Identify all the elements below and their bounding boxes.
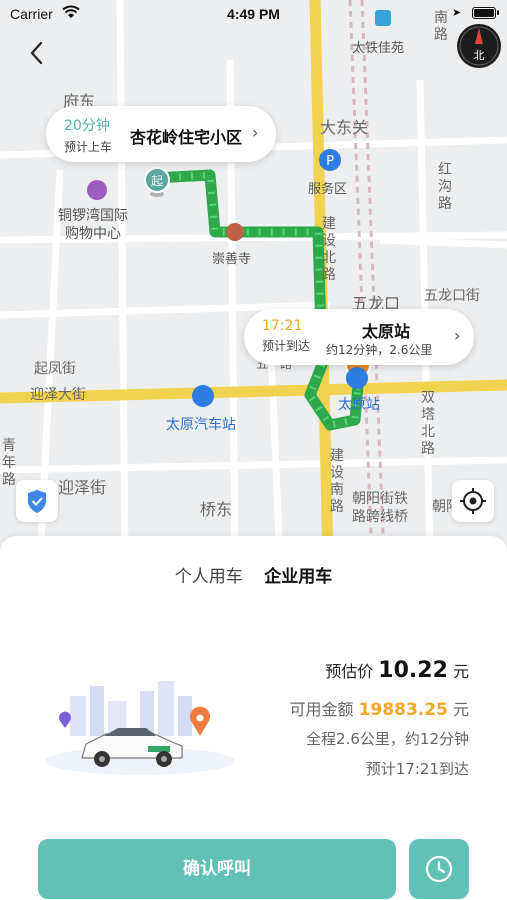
compass-button[interactable]: 北 — [457, 24, 501, 68]
clock-time: 4:49 PM — [227, 6, 280, 22]
compass-north-label: 北 — [473, 49, 485, 62]
dest-place: 太原站 — [362, 322, 411, 341]
map-label-jianshe-beilu: 建设北路 — [322, 216, 336, 283]
tab-enterprise[interactable]: 企业用车 — [264, 562, 332, 587]
confirm-call-button[interactable]: 确认呼叫 — [38, 839, 396, 899]
map-view[interactable]: 起 终 P 府东 大东关 太铁佳苑 南路 服务区 红沟路 铜锣湾国际 购物中心 … — [0, 0, 507, 560]
pickup-place: 杏花岭住宅小区 — [130, 128, 243, 147]
chevron-right-icon: › — [252, 123, 259, 142]
arrival-estimate: 预计17:21到达 — [366, 758, 469, 779]
ride-type-tabs: 个人用车 企业用车 — [0, 562, 507, 587]
pickup-minutes: 20分钟 — [64, 118, 110, 134]
map-label-chongshansi: 崇善寺 — [212, 252, 252, 267]
bus-poi-icon — [192, 385, 214, 407]
map-label-yingzejie: 迎泽街 — [58, 478, 107, 497]
schedule-ride-button[interactable] — [409, 839, 469, 899]
car-illustration — [45, 681, 235, 775]
pickup-bubble[interactable]: 20分钟 预计上车 杏花岭住宅小区 › — [46, 106, 276, 162]
mall-poi-icon — [87, 180, 107, 200]
dest-subtitle: 预计到达 — [262, 339, 311, 353]
map-label-qiaodong: 桥东 — [200, 500, 233, 519]
map-label-honggoulu: 红沟路 — [438, 162, 452, 212]
train-poi-icon — [346, 367, 368, 389]
map-label-shuangta-beilu: 双塔北路 — [421, 390, 435, 457]
dest-time: 17:21 — [262, 318, 303, 334]
map-label-jianshe-nanlu: 建设南路 — [330, 448, 344, 515]
booking-sheet: 个人用车 企业用车 预估价 10.22 元 可用金额 19883.25 元 全程… — [0, 536, 507, 900]
dest-detail: 约12分钟，2.6公里 — [326, 343, 433, 357]
map-label-chaoyangjie-bridge: 朝阳街铁 路跨线桥 — [352, 491, 408, 525]
arrival-estimate-text: 预计17:21到达 — [365, 760, 469, 778]
available-balance: 可用金额 19883.25 元 — [290, 696, 469, 720]
chevron-right-icon: › — [454, 326, 461, 345]
map-label-tongluowan: 铜锣湾国际 购物中心 — [58, 208, 128, 242]
estimated-fare: 预估价 10.22 元 — [325, 658, 469, 683]
map-label-qifengjie: 起凤街 — [34, 361, 76, 377]
route-summary-text: 全程2.6公里，约12分钟 — [306, 730, 469, 748]
start-marker-text: 起 — [151, 174, 163, 188]
chevron-left-icon — [30, 41, 43, 65]
map-label-dadongguan: 大东关 — [320, 118, 369, 137]
map-label-yingze-dajie: 迎泽大街 — [30, 387, 86, 403]
map-label-taitie-jiayuan: 太铁佳苑 — [352, 41, 405, 56]
location-arrow-icon: ➤ — [452, 7, 462, 19]
pickup-subtitle: 预计上车 — [64, 140, 113, 154]
back-button[interactable] — [22, 38, 52, 68]
available-label: 可用金额 — [289, 700, 354, 719]
available-unit: 元 — [452, 700, 469, 719]
battery-icon — [472, 7, 496, 19]
available-value: 19883.25 — [358, 700, 448, 720]
temple-poi-icon — [226, 223, 244, 241]
svg-text:P: P — [326, 154, 334, 169]
tab-personal[interactable]: 个人用车 — [175, 562, 243, 587]
crosshair-icon — [460, 488, 486, 514]
clock-icon — [425, 855, 453, 883]
route-summary: 全程2.6公里，约12分钟 — [306, 728, 469, 749]
map-label-fuwuqu: 服务区 — [308, 182, 348, 197]
estimate-label: 预估价 — [325, 662, 374, 681]
locate-me-button[interactable] — [452, 480, 494, 522]
map-label-bus-station: 太原汽车站 — [166, 417, 236, 433]
map-label-taiyuan-station: 太原站 — [338, 397, 380, 413]
shield-icon — [28, 490, 46, 513]
battery-tip — [497, 10, 499, 15]
map-label-wulongkou-street: 五龙口街 — [424, 288, 480, 304]
estimate-unit: 元 — [452, 662, 469, 681]
destination-bubble[interactable]: 17:21 预计到达 太原站 约12分钟，2.6公里 › — [244, 309, 474, 365]
estimate-value: 10.22 — [378, 658, 448, 683]
safety-shield-button[interactable] — [16, 480, 58, 522]
start-pin-icon: 起 — [144, 167, 170, 197]
status-bar: Carrier 4:49 PM ➤ — [0, 0, 507, 28]
